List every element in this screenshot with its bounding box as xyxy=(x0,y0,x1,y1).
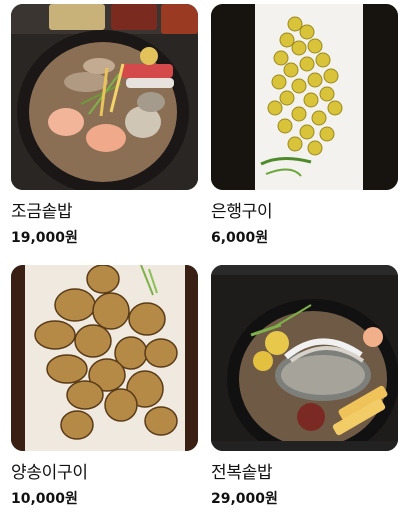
menu-card[interactable]: 양송이구이 10,000원 xyxy=(11,265,198,509)
menu-item-name[interactable]: 전복솥밥 xyxy=(211,462,398,484)
menu-card[interactable]: 은행구이 6,000원 xyxy=(211,4,398,248)
menu-item-price: 19,000원 xyxy=(11,230,78,246)
menu-grid: 조금솥밥 19,000원 은행구이 6,000원 양송이구이 10,000원 전… xyxy=(0,0,409,521)
menu-item-price: 10,000원 xyxy=(11,491,78,507)
menu-item-image[interactable] xyxy=(211,4,398,190)
menu-item-name[interactable]: 조금솥밥 xyxy=(11,201,198,223)
menu-card[interactable]: 조금솥밥 19,000원 xyxy=(11,4,198,248)
menu-item-price: 29,000원 xyxy=(211,491,278,507)
menu-item-name[interactable]: 은행구이 xyxy=(211,201,398,223)
menu-item-name[interactable]: 양송이구이 xyxy=(11,462,198,484)
menu-item-image[interactable] xyxy=(211,265,398,451)
menu-item-image[interactable] xyxy=(11,4,198,190)
menu-card[interactable]: 전복솥밥 29,000원 xyxy=(211,265,398,509)
menu-item-image[interactable] xyxy=(11,265,198,451)
menu-item-price: 6,000원 xyxy=(211,230,269,246)
